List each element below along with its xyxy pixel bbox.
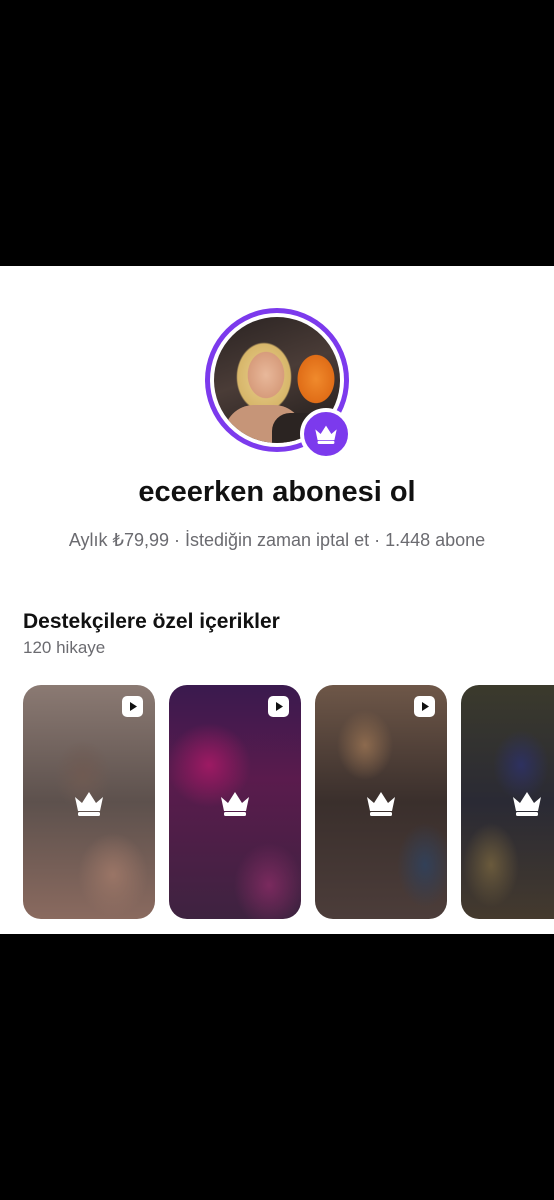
play-icon bbox=[122, 696, 143, 717]
crown-icon bbox=[221, 792, 249, 816]
story-count: 120 hikaye bbox=[23, 638, 106, 657]
play-icon bbox=[414, 696, 435, 717]
crown-icon bbox=[315, 425, 337, 444]
story-card[interactable] bbox=[315, 685, 447, 919]
story-card[interactable] bbox=[169, 685, 301, 919]
crown-icon bbox=[75, 792, 103, 816]
exclusive-stories-list bbox=[23, 685, 554, 919]
crown-badge bbox=[300, 408, 352, 460]
subscription-panel: eceerken abonesi ol Aylık ₺79,99 · İsted… bbox=[0, 266, 554, 934]
section-title: Destekçilere özel içerikler bbox=[23, 610, 280, 633]
page-title: eceerken abonesi ol bbox=[138, 476, 416, 508]
crown-icon bbox=[513, 792, 541, 816]
creator-avatar[interactable] bbox=[205, 308, 352, 460]
play-icon bbox=[268, 696, 289, 717]
crown-icon bbox=[367, 792, 395, 816]
subscription-details: Aylık ₺79,99 · İstediğin zaman iptal et … bbox=[68, 530, 486, 550]
story-card[interactable] bbox=[461, 685, 554, 919]
story-card[interactable] bbox=[23, 685, 155, 919]
